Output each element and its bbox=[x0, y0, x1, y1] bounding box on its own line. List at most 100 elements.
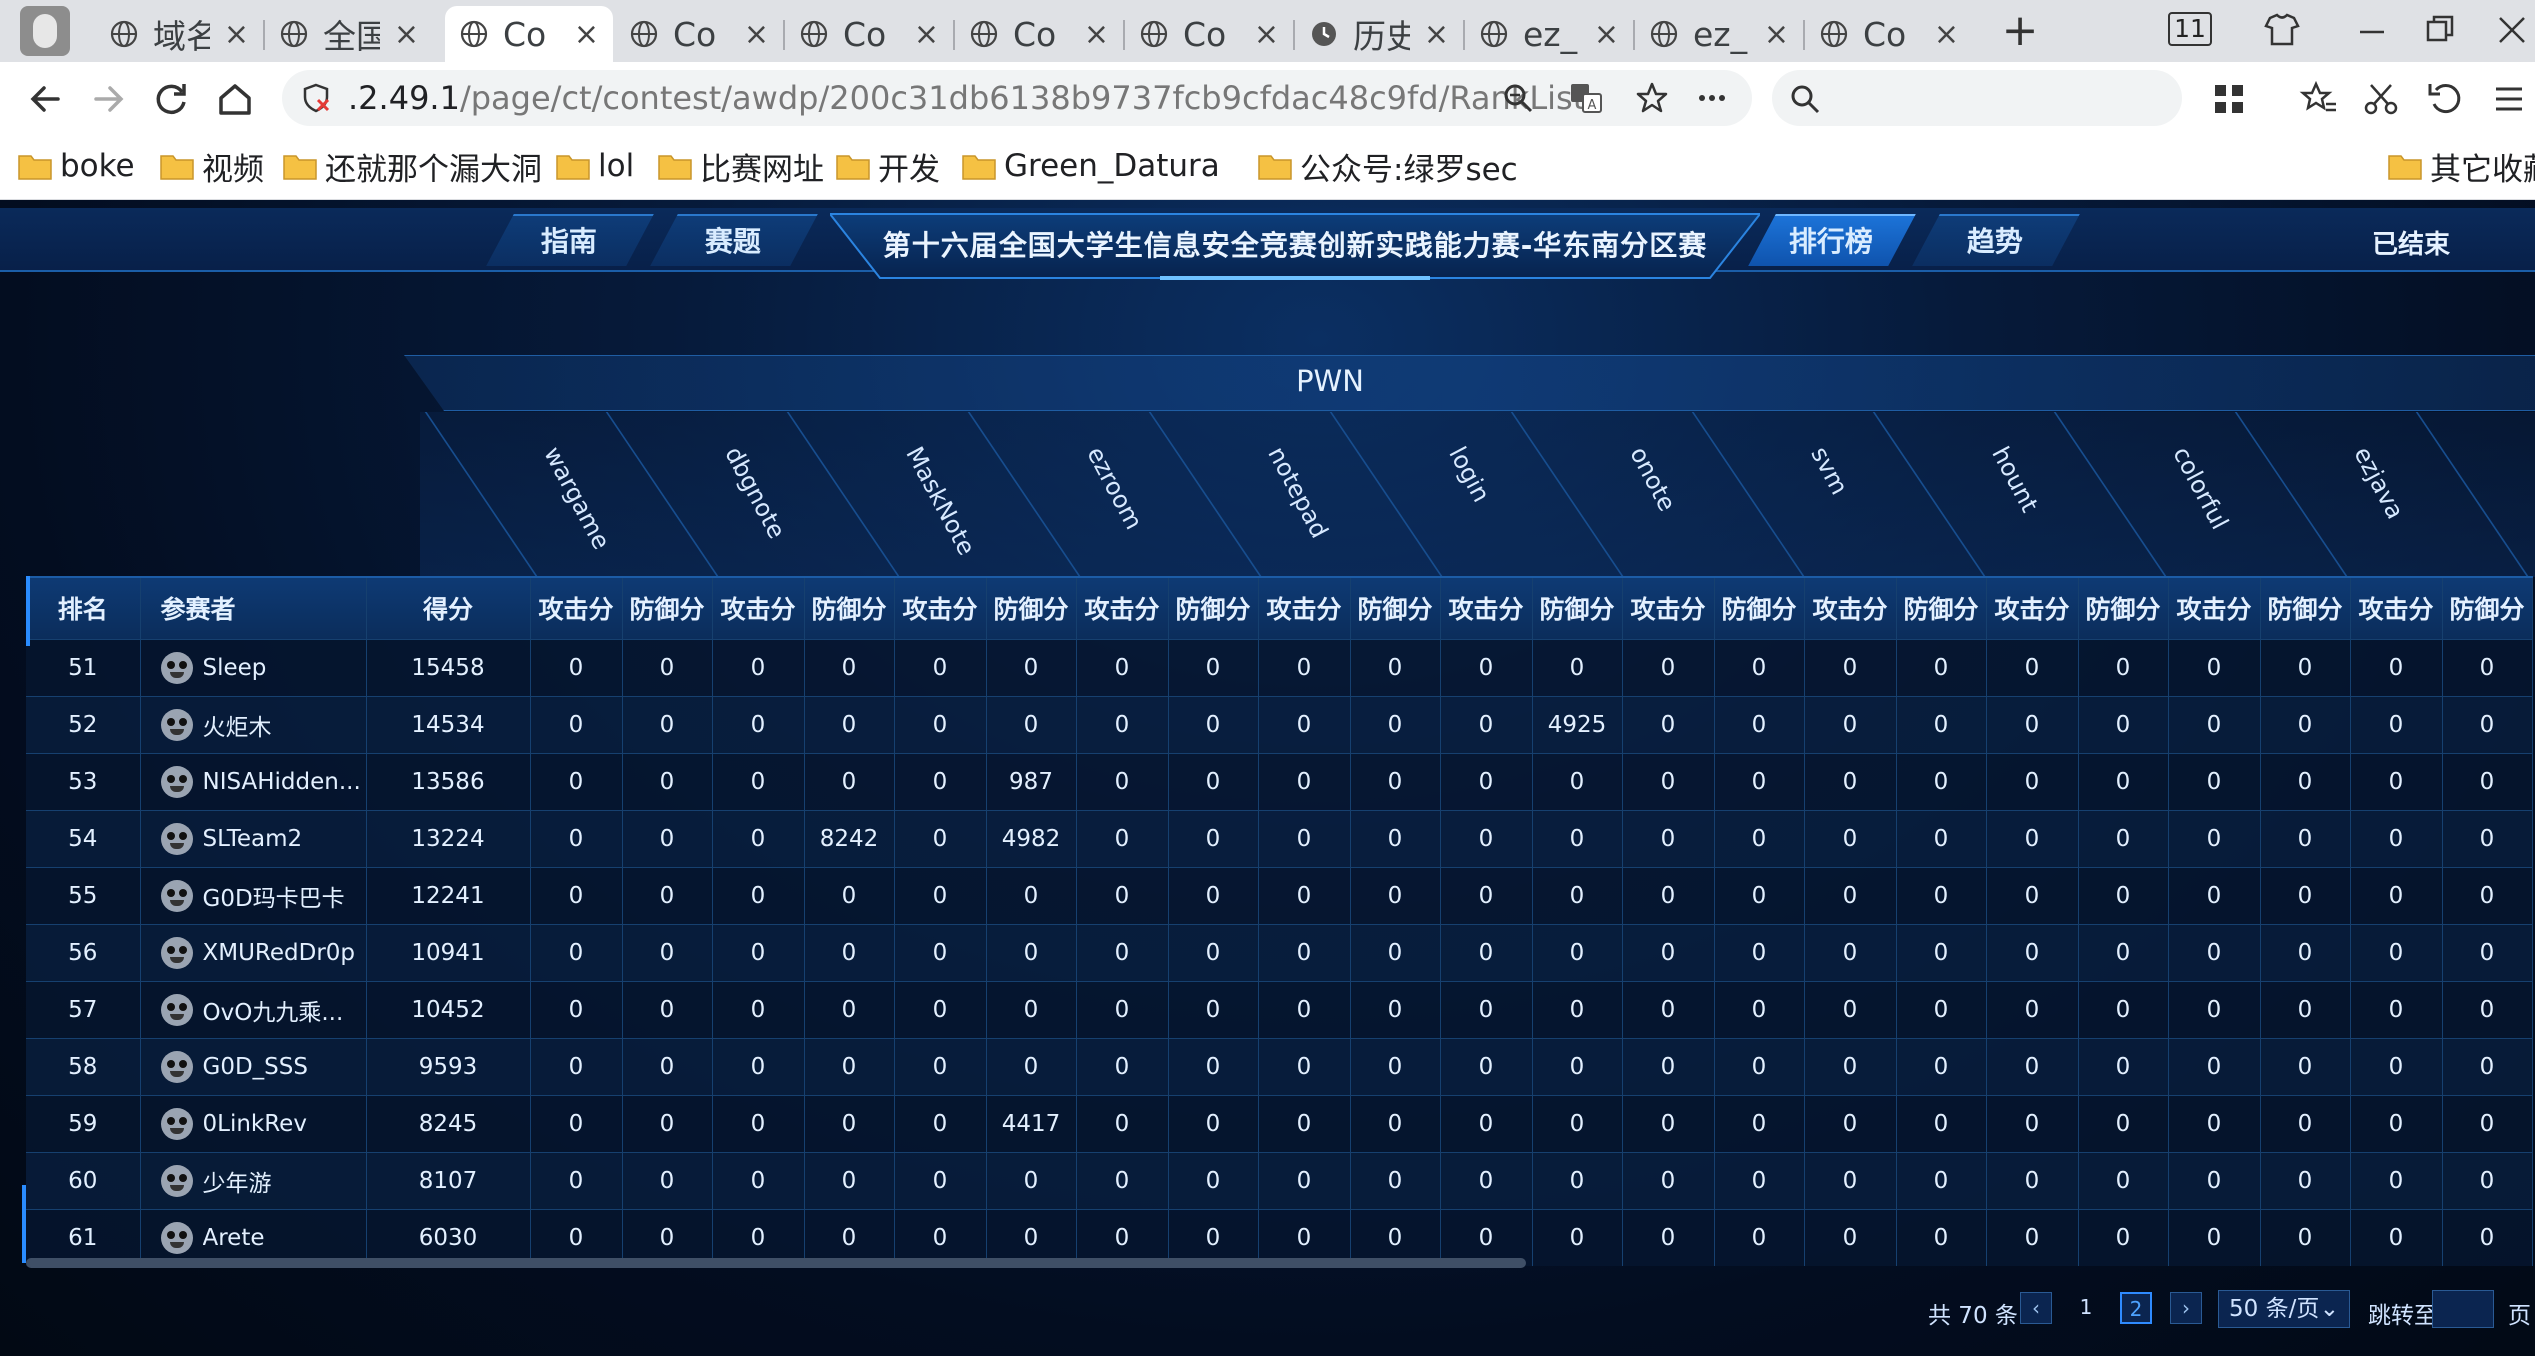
menu-icon[interactable] bbox=[2486, 76, 2532, 122]
url-bar[interactable]: .2.49.1/page/ct/contest/awdp/200c31db613… bbox=[282, 70, 1752, 126]
player-cell[interactable]: 少年游 bbox=[140, 1152, 367, 1210]
bookmark-folder[interactable]: boke bbox=[18, 146, 135, 186]
close-tab-icon[interactable]: × bbox=[1424, 17, 1449, 52]
nav-tab-ranklist[interactable]: 排行榜 bbox=[1748, 214, 1916, 266]
new-tab-button[interactable]: + bbox=[1995, 6, 2045, 56]
browser-tab[interactable]: 域名 × bbox=[95, 6, 263, 62]
close-tab-icon[interactable]: × bbox=[914, 17, 939, 52]
attack-score-cell: 0 bbox=[894, 753, 987, 811]
browser-tab[interactable]: Co × bbox=[1805, 6, 1973, 62]
player-cell[interactable]: NISAHidden... bbox=[140, 753, 367, 811]
bookmark-folder[interactable]: Green_Datura bbox=[962, 146, 1220, 186]
browser-tab[interactable]: ez_ × bbox=[1465, 6, 1633, 62]
player-cell[interactable]: 0LinkRev bbox=[140, 1095, 367, 1153]
total-count: 共 70 条 bbox=[1928, 1303, 2018, 1329]
home-icon[interactable] bbox=[212, 76, 258, 122]
attack-score-cell: 0 bbox=[1622, 1095, 1715, 1153]
more-icon[interactable] bbox=[1694, 80, 1730, 116]
bookmark-folder[interactable]: 比赛网址 bbox=[658, 146, 824, 188]
reload-icon[interactable] bbox=[148, 76, 194, 122]
page-size-select[interactable]: 50 条/页 ⌄ bbox=[2218, 1290, 2350, 1328]
category-band bbox=[404, 355, 2535, 411]
bookmark-folder[interactable]: 其它收藏 bbox=[2388, 146, 2535, 188]
translate-icon[interactable]: A bbox=[1568, 80, 1604, 116]
next-page-button[interactable]: › bbox=[2170, 1292, 2202, 1324]
table-row: 56 XMURedDr0p 10941 0 0 0 0 0 0 0 0 0 0 0 0 0 0 0 0 0 0 0 0 0 0 bbox=[26, 924, 2533, 982]
bookmark-folder[interactable]: 还就那个漏大洞 bbox=[283, 146, 542, 188]
search-input[interactable] bbox=[1772, 70, 2182, 126]
tab-label: Co bbox=[503, 14, 547, 54]
folder-icon bbox=[962, 155, 996, 180]
horizontal-scrollbar[interactable] bbox=[26, 1258, 1526, 1268]
shield-icon[interactable] bbox=[300, 82, 332, 114]
star-icon[interactable] bbox=[1634, 80, 1670, 116]
restore-icon[interactable] bbox=[2418, 8, 2462, 52]
browser-tab[interactable]: Co × bbox=[445, 6, 613, 62]
ranking-table: 排名 参赛者 得分 攻击分 防御分 攻击分 防御分 攻击分 防御分 攻击分 防御分 攻击分 防御分 攻击分… bbox=[26, 576, 2533, 1266]
attack-score-cell: 0 bbox=[1440, 1038, 1533, 1096]
browser-tab[interactable]: Co × bbox=[785, 6, 953, 62]
favorites-icon[interactable] bbox=[2296, 76, 2342, 122]
defense-score-cell: 987 bbox=[986, 753, 1077, 811]
profile-avatar[interactable] bbox=[20, 6, 70, 56]
close-tab-icon[interactable]: × bbox=[1084, 17, 1109, 52]
player-cell[interactable]: G0D_SSS bbox=[140, 1038, 367, 1096]
bookmark-folder[interactable]: lol bbox=[556, 146, 634, 186]
player-cell[interactable]: XMURedDr0p bbox=[140, 924, 367, 982]
attack-score-cell: 0 bbox=[1440, 1095, 1533, 1153]
apps-icon[interactable] bbox=[2206, 76, 2252, 122]
ranking-table-wrap[interactable]: 排名 参赛者 得分 攻击分 防御分 攻击分 防御分 攻击分 防御分 攻击分 防御分 攻击分 防御分 攻击分… bbox=[26, 576, 2535, 1266]
page-1-button[interactable]: 1 bbox=[2070, 1292, 2102, 1324]
prev-page-button[interactable]: ‹ bbox=[2020, 1292, 2052, 1324]
attack-score-cell: 0 bbox=[894, 1038, 987, 1096]
minimize-icon[interactable] bbox=[2350, 8, 2394, 52]
close-tab-icon[interactable]: × bbox=[224, 17, 249, 52]
forward-arrow-icon[interactable] bbox=[86, 76, 132, 122]
jump-page-input[interactable] bbox=[2432, 1290, 2494, 1328]
defense-score-cell: 0 bbox=[1714, 696, 1805, 754]
browser-tab[interactable]: ez_ × bbox=[1635, 6, 1803, 62]
folder-icon bbox=[18, 155, 52, 180]
browser-tab[interactable]: Co × bbox=[955, 6, 1123, 62]
close-tab-icon[interactable]: × bbox=[1764, 17, 1789, 52]
close-tab-icon[interactable]: × bbox=[394, 17, 419, 52]
defense-score-cell: 0 bbox=[986, 1038, 1077, 1096]
back-arrow-icon[interactable] bbox=[22, 76, 68, 122]
close-tab-icon[interactable]: × bbox=[574, 17, 599, 52]
bookmark-folder[interactable]: 公众号:绿罗sec bbox=[1258, 146, 1518, 188]
page-2-button[interactable]: 2 bbox=[2120, 1292, 2152, 1324]
close-tab-icon[interactable]: × bbox=[1934, 17, 1959, 52]
player-cell[interactable]: 火炬木 bbox=[140, 696, 367, 754]
browser-tab[interactable]: Co × bbox=[615, 6, 783, 62]
close-window-icon[interactable] bbox=[2490, 8, 2534, 52]
browser-tab[interactable]: 历史 × bbox=[1295, 6, 1463, 62]
table-row: 51 Sleep 15458 0 0 0 0 0 0 0 0 0 0 0 0 0 0 0 0 0 0 0 0 0 0 bbox=[26, 639, 2533, 697]
nav-tab-trend[interactable]: 趋势 bbox=[1912, 214, 2080, 266]
attack-score-cell: 0 bbox=[1258, 639, 1351, 697]
browser-tab[interactable]: Co × bbox=[1125, 6, 1293, 62]
attack-score-cell: 0 bbox=[1804, 1095, 1897, 1153]
undo-icon[interactable] bbox=[2422, 76, 2468, 122]
zoom-icon[interactable] bbox=[1500, 80, 1536, 116]
bookmark-folder[interactable]: 开发 bbox=[836, 146, 940, 188]
browser-tab[interactable]: 全国 × bbox=[265, 6, 433, 62]
challenge-divider bbox=[1329, 412, 1443, 577]
bookmark-folder[interactable]: 视频 bbox=[160, 146, 264, 188]
player-cell[interactable]: Sleep bbox=[140, 639, 367, 697]
player-cell[interactable]: OvO九九乘... bbox=[140, 981, 367, 1039]
shirt-icon[interactable] bbox=[2260, 8, 2304, 52]
attack-score-cell: 0 bbox=[1076, 981, 1169, 1039]
defense-score-cell: 0 bbox=[1168, 924, 1259, 982]
attack-score-cell: 0 bbox=[530, 753, 623, 811]
nav-tab-challenges[interactable]: 赛题 bbox=[650, 214, 818, 266]
player-cell[interactable]: G0D玛卡巴卡 bbox=[140, 867, 367, 925]
defense-score-cell: 0 bbox=[1714, 753, 1805, 811]
tab-count-badge[interactable]: 11 bbox=[2168, 12, 2212, 46]
scissors-icon[interactable] bbox=[2358, 76, 2404, 122]
globe-icon bbox=[800, 20, 828, 48]
close-tab-icon[interactable]: × bbox=[1254, 17, 1279, 52]
player-cell[interactable]: SLTeam2 bbox=[140, 810, 367, 868]
close-tab-icon[interactable]: × bbox=[744, 17, 769, 52]
nav-tab-guide[interactable]: 指南 bbox=[486, 214, 654, 266]
close-tab-icon[interactable]: × bbox=[1594, 17, 1619, 52]
